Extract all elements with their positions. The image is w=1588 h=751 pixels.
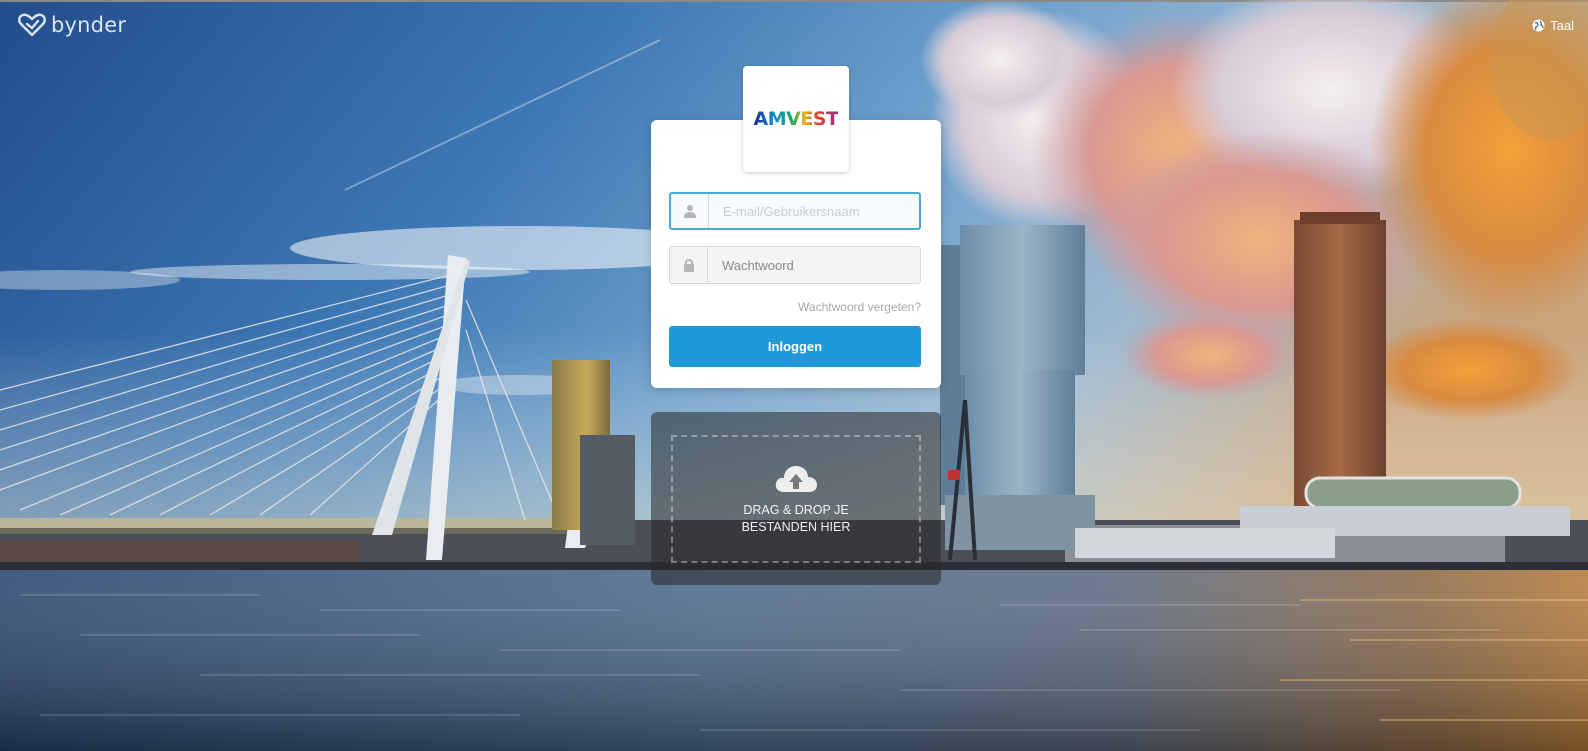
login-button[interactable]: Inloggen (669, 326, 921, 367)
bynder-logo-icon (18, 13, 46, 37)
login-page: bynder Taal AMVEST Wachtwoord (0, 0, 1588, 751)
brand-name: bynder (51, 13, 127, 37)
user-icon (671, 194, 709, 228)
dropzone-area[interactable]: DRAG & DROP JE BESTANDEN HIER (671, 435, 921, 563)
brand-logo[interactable]: bynder (18, 13, 126, 37)
lock-icon (670, 247, 708, 283)
company-logo: AMVEST (743, 66, 849, 172)
email-input[interactable] (709, 194, 919, 228)
password-input[interactable] (708, 247, 920, 283)
forgot-password-link[interactable]: Wachtwoord vergeten? (669, 300, 921, 314)
dropzone[interactable]: DRAG & DROP JE BESTANDEN HIER (651, 412, 941, 585)
globe-icon (1532, 19, 1545, 32)
language-label: Taal (1550, 18, 1574, 33)
email-field[interactable] (669, 192, 921, 230)
password-field[interactable] (669, 246, 921, 284)
cloud-upload-icon (775, 466, 817, 492)
dropzone-label: DRAG & DROP JE BESTANDEN HIER (741, 503, 851, 534)
language-selector[interactable]: Taal (1532, 18, 1574, 33)
company-logo-text: AMVEST (753, 108, 839, 130)
